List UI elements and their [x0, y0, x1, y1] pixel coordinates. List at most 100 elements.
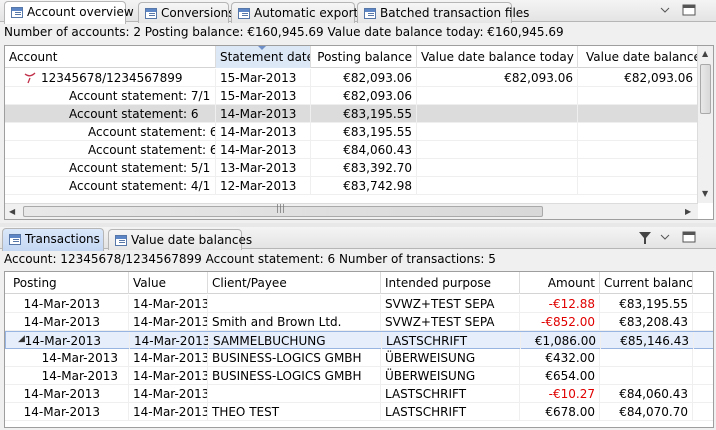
value-date-cell: 14-Mar-2013 [129, 295, 208, 312]
accounts-table[interactable]: Account Statement date Posting balance V… [4, 45, 714, 220]
table-header: Account Statement date Posting balance V… [5, 46, 698, 68]
payee-cell: SAMMELBUCHUNG [209, 332, 382, 349]
view-icon [9, 234, 21, 245]
column-header-value[interactable]: Value [129, 272, 208, 294]
column-header-client-payee[interactable]: Client/Payee [208, 272, 381, 294]
posting-balance-cell: €83,392.70 [311, 159, 417, 176]
scroll-left-icon[interactable]: ◀ [9, 207, 15, 216]
table-row[interactable]: Account statement: 7/1 15-Mar-2013 €82,0… [5, 87, 698, 105]
balance-cell [600, 349, 693, 366]
account-cell: Account statement: 5/1 [65, 159, 216, 176]
scrollbar-thumb[interactable] [700, 64, 711, 114]
table-row-child[interactable]: 14-Mar-2013 14-Mar-2013 BUSINESS-LOGICS … [5, 349, 713, 367]
amount-cell: -€12.88 [520, 295, 600, 312]
value-date-balance-to-cell: €82,093.06 [578, 69, 698, 86]
posting-balance-cell: €84,060.43 [311, 141, 417, 158]
purpose-cell: LASTSCHRIFT [381, 385, 520, 402]
account-cell: Account statement: 6/2 [84, 123, 216, 140]
value-date-balance-today-cell [417, 141, 578, 158]
posting-date-cell: 14-Mar-2013 [5, 385, 129, 402]
account-summary: Number of accounts: 2 Posting balance: €… [4, 25, 564, 39]
filter-icon[interactable] [638, 231, 652, 245]
view-icon [11, 7, 23, 18]
tab-label: Batched transaction files [380, 6, 530, 20]
tab-conversions[interactable]: Conversions [138, 2, 235, 23]
maximize-icon[interactable] [682, 231, 696, 243]
column-header-account[interactable]: Account [5, 46, 216, 68]
value-date-cell: 14-Mar-2013 [129, 349, 208, 366]
balance-cell: €83,195.55 [600, 295, 693, 312]
balance-cell: €84,070.70 [600, 403, 693, 420]
column-header-label: Statement date [220, 50, 311, 64]
table-row-child[interactable]: 14-Mar-2013 14-Mar-2013 BUSINESS-LOGICS … [5, 367, 713, 385]
grip-icon: ||| [276, 204, 286, 214]
table-row[interactable]: Account statement: 6/2 14-Mar-2013 €83,1… [5, 123, 698, 141]
column-header-posting[interactable]: Posting [5, 272, 129, 294]
tab-transactions[interactable]: Transactions [2, 228, 104, 251]
minimize-icon[interactable] [660, 7, 670, 13]
tab-value-date-balances[interactable]: Value date balances [108, 229, 252, 250]
scroll-down-icon[interactable]: ▼ [702, 189, 708, 198]
value-date-cell: 14-Mar-2013 [129, 367, 208, 384]
value-date-balance-to-cell [578, 105, 698, 122]
table-header: Posting Value Client/Payee Intended purp… [5, 272, 713, 294]
column-header-value-date-balance-today[interactable]: Value date balance today [417, 46, 578, 68]
view-icon [364, 8, 376, 19]
view-icon [238, 8, 250, 19]
statement-date-cell: 13-Mar-2013 [216, 159, 311, 176]
tab-automatic-exports[interactable]: Automatic exports [231, 2, 364, 23]
table-row-selected[interactable]: ◢ 14-Mar-2013 14-Mar-2013 SAMMELBUCHUNG … [5, 331, 713, 349]
payee-cell: BUSINESS-LOGICS GMBH [208, 367, 381, 384]
amount-cell: €1,086.00 [521, 332, 601, 349]
table-row[interactable]: Account statement: 5/1 13-Mar-2013 €83,3… [5, 159, 698, 177]
view-icon [115, 235, 127, 246]
statement-date-cell: 14-Mar-2013 [216, 105, 311, 122]
value-date-balance-today-cell [417, 159, 578, 176]
table-row[interactable]: 14-Mar-2013 14-Mar-2013 Smith and Brown … [5, 313, 713, 331]
value-date-cell: 14-Mar-2013 [129, 313, 208, 330]
table-row[interactable]: Account statement: 6/1 14-Mar-2013 €84,0… [5, 141, 698, 159]
column-header-statement-date[interactable]: Statement date [216, 46, 311, 68]
account-cell: Account statement: 6/1 [84, 141, 216, 158]
sort-indicator-icon [258, 46, 266, 50]
column-header-current-balance[interactable]: Current balance [600, 272, 693, 294]
table-row[interactable]: 12345678/1234567899 15-Mar-2013 €82,093.… [5, 69, 698, 87]
column-header-amount[interactable]: Amount [520, 272, 600, 294]
value-date-balance-today-cell [417, 177, 578, 194]
tab-batched-transaction-files[interactable]: Batched transaction files [357, 2, 529, 23]
posting-date-cell: 14-Mar-2013 [6, 332, 130, 349]
top-tab-bar: Account overview Conversions Automatic e… [0, 0, 716, 24]
table-row-selected[interactable]: Account statement: 6 14-Mar-2013 €83,195… [5, 105, 698, 123]
account-cell: 12345678/1234567899 [37, 69, 216, 86]
maximize-icon[interactable] [682, 4, 696, 16]
tree-collapse-icon[interactable] [24, 72, 36, 84]
minimize-icon[interactable] [660, 234, 670, 240]
balance-cell: €85,146.43 [601, 332, 694, 349]
column-header-value-date-balance-to[interactable]: Value date balance to [578, 46, 698, 68]
vertical-scrollbar[interactable]: ▲ ▼ [697, 46, 713, 203]
table-row[interactable]: 14-Mar-2013 14-Mar-2013 SVWZ+TEST SEPA -… [5, 295, 713, 313]
purpose-cell: LASTSCHRIFT [381, 403, 520, 420]
purpose-cell: SVWZ+TEST SEPA [381, 295, 520, 312]
scroll-right-icon[interactable]: ▶ [685, 207, 691, 216]
horizontal-scrollbar[interactable]: ◀ ||| ▶ [5, 203, 698, 219]
table-row[interactable]: 14-Mar-2013 14-Mar-2013 LASTSCHRIFT -€10… [5, 385, 713, 403]
balance-cell: €84,060.43 [600, 385, 693, 402]
column-header-intended-purpose[interactable]: Intended purpose [381, 272, 520, 294]
transactions-table[interactable]: Posting Value Client/Payee Intended purp… [4, 271, 714, 428]
tab-label: Value date balances [131, 233, 253, 247]
column-header-posting-balance[interactable]: Posting balance [311, 46, 417, 68]
balance-cell [600, 367, 693, 384]
tab-label: Conversions [161, 6, 235, 20]
tab-account-overview[interactable]: Account overview [4, 1, 134, 24]
tab-label: Account overview [27, 5, 134, 19]
statement-date-cell: 12-Mar-2013 [216, 177, 311, 194]
posting-balance-cell: €82,093.06 [311, 87, 417, 104]
posting-date-cell: 14-Mar-2013 [5, 349, 129, 366]
value-date-cell: 14-Mar-2013 [129, 385, 208, 402]
table-row[interactable]: Account statement: 4/1 12-Mar-2013 €83,7… [5, 177, 698, 195]
scroll-up-icon[interactable]: ▲ [702, 49, 708, 58]
scrollbar-thumb[interactable]: ||| [23, 204, 543, 217]
table-row[interactable]: 14-Mar-2013 14-Mar-2013 THEO TEST LASTSC… [5, 403, 713, 421]
posting-balance-cell: €83,195.55 [311, 123, 417, 140]
